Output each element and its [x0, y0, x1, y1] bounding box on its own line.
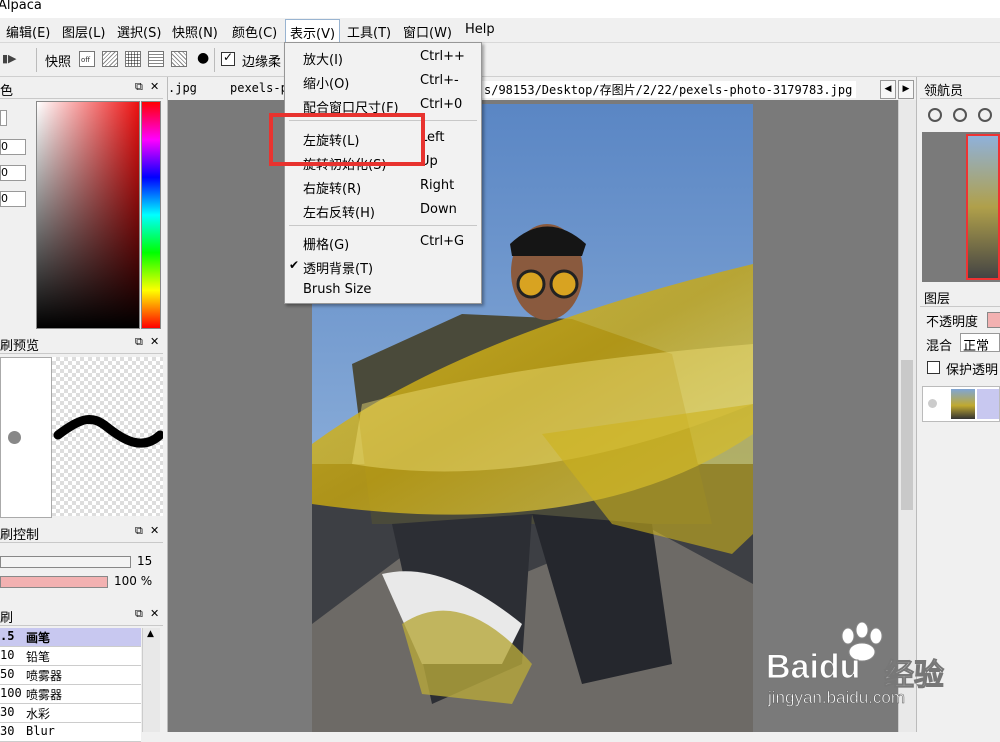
tab-scroll-right-icon[interactable]: ▶	[898, 80, 914, 99]
menu-edit[interactable]: 编辑(E)	[6, 22, 50, 41]
close-icon[interactable]: ✕	[150, 524, 159, 537]
tab-scroll-left-icon[interactable]: ◀	[880, 80, 896, 99]
brush-item[interactable]: 100 喷雾器	[0, 685, 141, 704]
pin-icon[interactable]: ⧉	[135, 80, 143, 94]
color-picker-square[interactable]	[36, 101, 140, 329]
menu-item-rotate-right[interactable]: 右旋转(R) Right	[285, 175, 481, 197]
play-icon[interactable]: ▮▶	[2, 52, 17, 65]
layer-thumbnail	[951, 389, 975, 419]
menu-item-grid[interactable]: 栅格(G) Ctrl+G	[285, 231, 481, 253]
view-menu-dropdown: 放大(I) Ctrl++ 缩小(O) Ctrl+- 配合窗口尺寸(F) Ctrl+0 …	[284, 42, 482, 304]
menu-separator	[289, 225, 477, 226]
tab-image-2[interactable]: pexels-p	[230, 81, 288, 95]
menu-item-zoom-out[interactable]: 缩小(O) Ctrl+-	[285, 70, 481, 92]
navigator-viewport[interactable]	[966, 134, 1000, 280]
protect-transparency-label: 保护透明	[946, 363, 999, 378]
brush-opacity-value: 100 %	[114, 574, 153, 588]
brush-size-value: 15	[137, 554, 153, 568]
brush-control-title: 刷控制	[0, 528, 40, 543]
menu-color[interactable]: 颜色(C)	[232, 22, 277, 41]
layer-opacity-slider[interactable]	[987, 312, 1000, 328]
brush-stroke-preview	[52, 357, 165, 516]
menu-snapshot[interactable]: 快照(N)	[172, 22, 218, 41]
layer-visibility-icon[interactable]	[928, 399, 937, 408]
brush-item[interactable]: 30 Blur	[0, 723, 141, 742]
close-icon[interactable]: ✕	[150, 80, 159, 93]
blend-mode-select[interactable]: 正常	[960, 333, 1000, 354]
menu-layer[interactable]: 图层(L)	[62, 22, 105, 41]
hue-slider[interactable]	[141, 101, 161, 329]
brush-list-scrollbar[interactable]: ▲	[142, 628, 160, 732]
app-title: Alpaca	[0, 0, 42, 13]
brush-dot-preview	[0, 357, 52, 518]
brush-preview-header: 刷预览 ⧉ ✕	[0, 334, 163, 354]
color-swatch[interactable]	[0, 110, 7, 126]
brush-list-header: 刷 ⧉ ✕	[0, 606, 163, 626]
edge-checkbox[interactable]: ✓	[221, 50, 235, 66]
brush-list-title: 刷	[0, 611, 14, 626]
watermark-url: jingyan.baidu.com	[768, 688, 906, 708]
navigator-title: 领航员	[924, 84, 964, 99]
layers-title: 图层	[924, 292, 951, 307]
tab-image-1[interactable]: .jpg	[168, 81, 197, 95]
menu-item-flip-horizontal[interactable]: 左右反转(H) Down	[285, 199, 481, 221]
brush-item-selected[interactable]: .5 画笔	[0, 628, 141, 647]
edge-label: 边缘柔	[242, 55, 282, 70]
navigator-header: 领航员	[920, 79, 1000, 99]
snapshot-label: 快照	[45, 55, 72, 70]
color-value-g[interactable]: 0	[0, 165, 26, 181]
opacity-label: 不透明度	[926, 315, 979, 330]
layer-row[interactable]	[922, 386, 1000, 422]
annotation-highlight-box	[269, 113, 425, 166]
brush-item[interactable]: 30 水彩	[0, 704, 141, 723]
check-icon: ✔	[289, 258, 300, 272]
toolbar-divider	[214, 48, 215, 72]
color-panel-header: 色 ⧉ ✕	[0, 79, 163, 99]
brush-item[interactable]: 50 喷雾器	[0, 666, 141, 685]
toolbar-divider	[36, 48, 37, 72]
menu-item-transparent-bg[interactable]: ✔ 透明背景(T)	[285, 255, 481, 277]
brush-item[interactable]: 10 铅笔	[0, 647, 141, 666]
menu-tools[interactable]: 工具(T)	[347, 22, 391, 41]
color-value-r[interactable]: 0	[0, 139, 26, 155]
menu-item-zoom-in[interactable]: 放大(I) Ctrl++	[285, 46, 481, 68]
baidu-watermark: Baidu 经验 jingyan.baidu.com	[765, 622, 996, 732]
zoom-reset-icon[interactable]	[978, 108, 992, 122]
brush-stroke-icon	[53, 415, 165, 448]
snapshot-off-icon[interactable]: off	[79, 51, 95, 67]
color-panel-title: 色	[0, 84, 14, 99]
tab-image-active[interactable]: s/98153/Desktop/存图片/2/22/pexels-photo-31…	[480, 81, 857, 98]
menu-item-brush-size[interactable]: Brush Size	[285, 279, 481, 301]
pin-icon[interactable]: ⧉	[135, 607, 143, 621]
blend-label: 混合	[926, 339, 953, 354]
menu-select[interactable]: 選択(S)	[117, 22, 161, 41]
close-icon[interactable]: ✕	[150, 607, 159, 620]
pin-icon[interactable]: ⧉	[135, 335, 143, 349]
brush-preview-title: 刷预览	[0, 339, 40, 354]
navigator-preview[interactable]	[922, 132, 1000, 282]
toolbar: ▮▶ 快照 off ● ✓ 边缘柔	[0, 43, 1000, 77]
title-bar: Alpaca	[0, 0, 1000, 18]
zoom-out-icon[interactable]	[953, 108, 967, 122]
menu-help[interactable]: Help	[465, 22, 495, 37]
grid-pattern-icon[interactable]	[125, 51, 141, 67]
document-tabs: .jpg pexels-p s/98153/Desktop/存图片/2/22/p…	[168, 79, 916, 101]
pin-icon[interactable]: ⧉	[135, 524, 143, 538]
off-label: off	[81, 56, 91, 64]
menu-window[interactable]: 窗口(W)	[403, 22, 452, 41]
brush-opacity-slider[interactable]	[0, 576, 108, 588]
hatch-horizontal-icon[interactable]	[148, 51, 164, 67]
zoom-in-icon[interactable]	[928, 108, 942, 122]
brush-control-header: 刷控制 ⧉ ✕	[0, 523, 163, 543]
close-icon[interactable]: ✕	[150, 335, 159, 348]
hatch-cross-icon[interactable]	[171, 51, 187, 67]
dot-brush-icon[interactable]: ●	[197, 50, 209, 66]
menu-bar: 编辑(E) 图层(L) 選択(S) 快照(N) 颜色(C) 表示(V) 工具(T…	[0, 18, 1000, 46]
hatch-diagonal-icon[interactable]	[102, 51, 118, 67]
layers-header: 图层	[920, 287, 1000, 307]
color-value-b[interactable]: 0	[0, 191, 26, 207]
watermark-brand: Baidu	[765, 648, 861, 687]
brush-size-slider[interactable]	[0, 556, 131, 568]
protect-transparency-checkbox[interactable]	[927, 361, 940, 374]
